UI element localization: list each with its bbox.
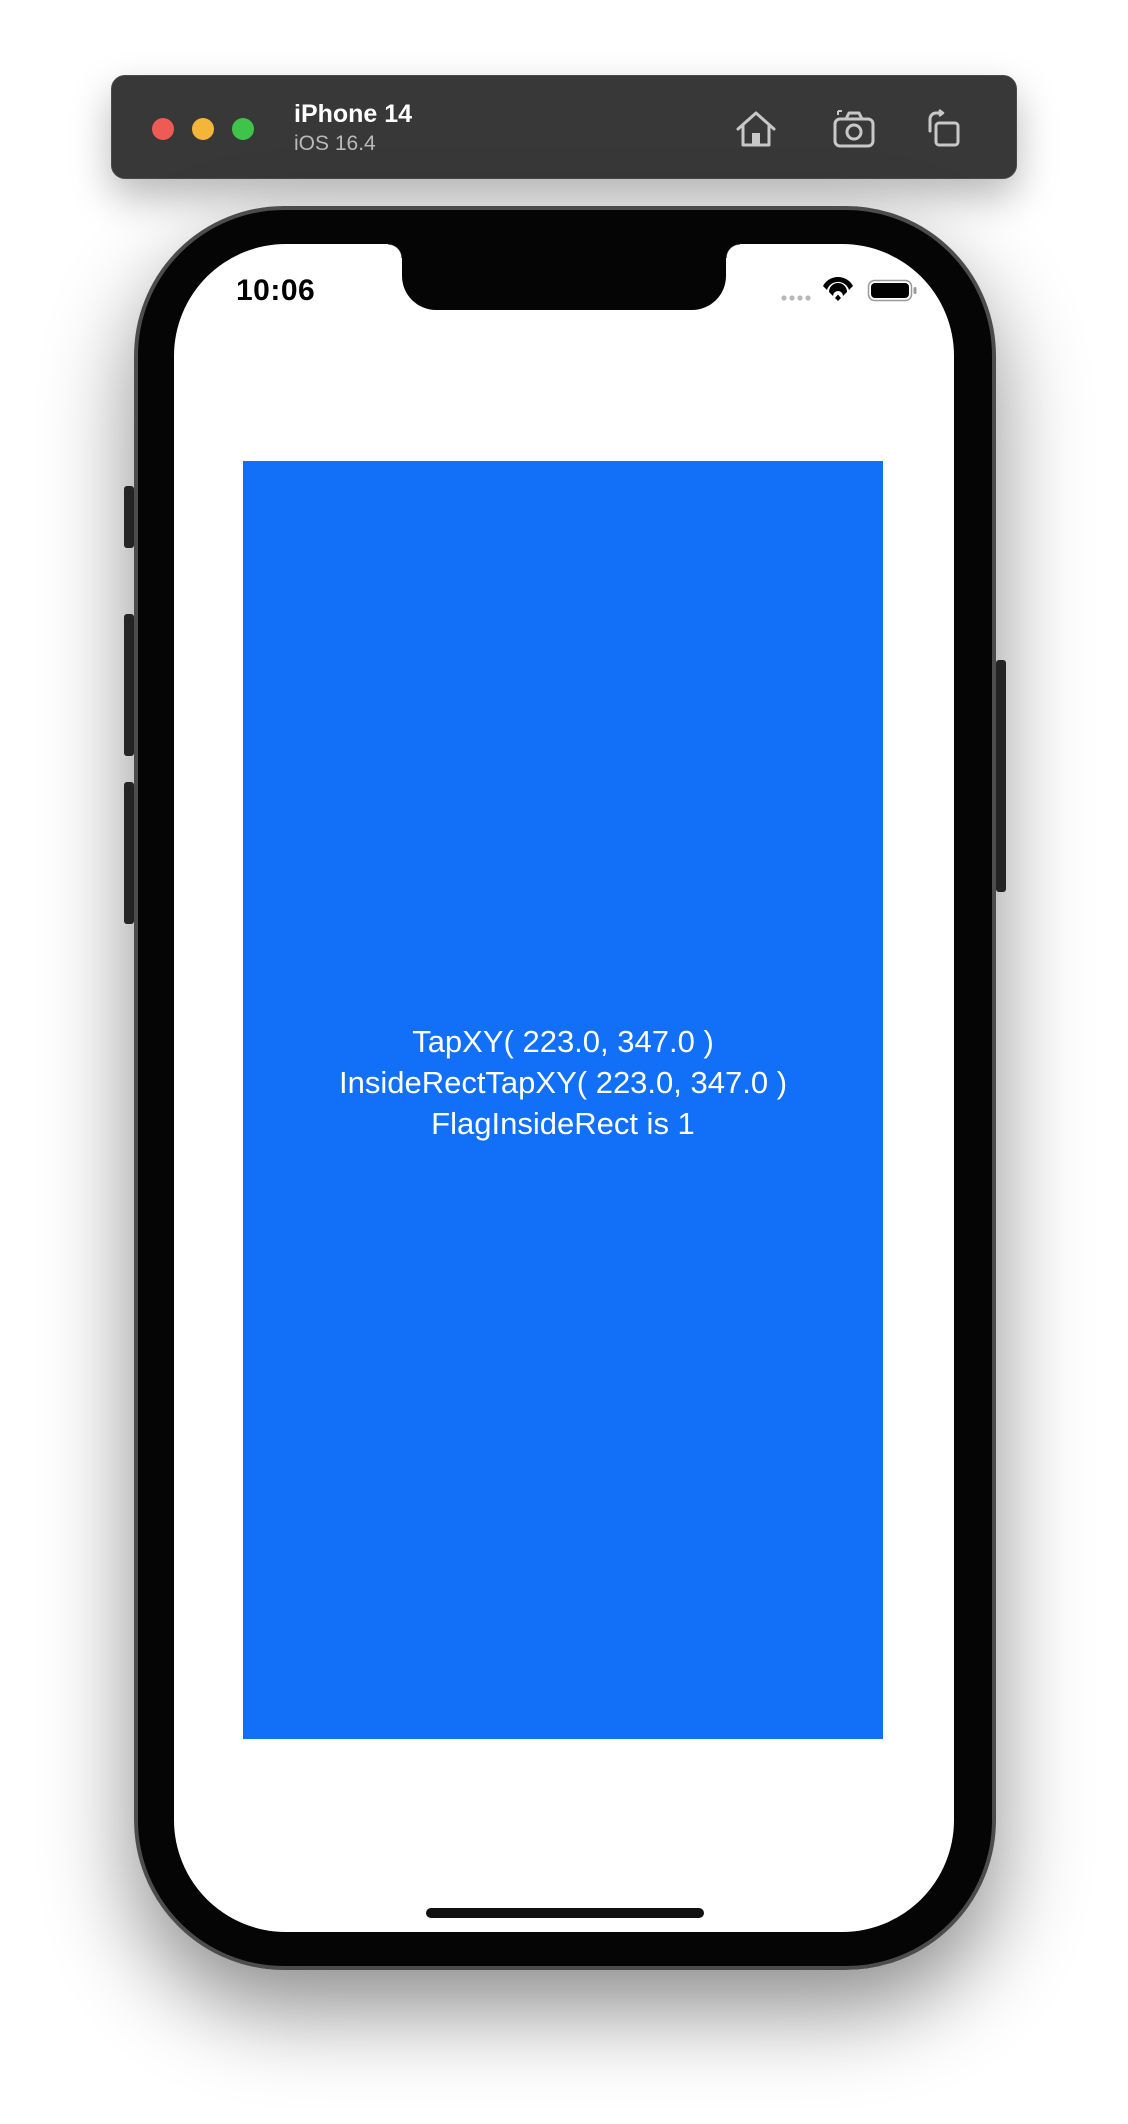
mute-switch (124, 486, 134, 548)
screenshot-button[interactable] (828, 102, 882, 156)
phone-screen: 10:06 TapXY( 223.0, 347.0 ) InsideRectTa… (174, 244, 954, 1932)
power-button (996, 660, 1006, 892)
inside-rect-tap-xy-label: InsideRectTapXY( 223.0, 347.0 ) (338, 1064, 788, 1100)
status-time: 10:06 (236, 274, 316, 307)
volume-up-button (124, 614, 134, 756)
simulator-window: iPhone 14 iOS 16.4 10:06 TapXY(223.0, 3… (0, 0, 1128, 2124)
cellular-signal-icon (781, 295, 811, 301)
wifi-icon (823, 277, 853, 301)
tap-target-rect[interactable]: TapXY( 223.0, 347.0 ) InsideRectTapXY( 2… (243, 461, 883, 1739)
tap-xy-label: TapXY( 223.0, 347.0 ) (412, 1023, 714, 1059)
battery-icon (867, 279, 917, 302)
status-icons (781, 277, 917, 302)
rotate-icon (928, 109, 960, 147)
zoom-window-button[interactable] (232, 118, 254, 140)
home-indicator[interactable] (426, 1908, 704, 1918)
volume-down-button (124, 782, 134, 924)
simulator-toolbar: iPhone 14 iOS 16.4 (111, 75, 1017, 179)
screenshot-icon (833, 110, 875, 148)
notch (388, 244, 740, 310)
device-name: iPhone 14 (294, 100, 413, 128)
tap-info: TapXY( 223.0, 347.0 ) InsideRectTapXY( 2… (339, 1021, 787, 1144)
close-window-button[interactable] (152, 118, 174, 140)
minimize-window-button[interactable] (192, 118, 214, 140)
home-button[interactable] (729, 102, 783, 156)
rotate-button[interactable] (917, 102, 971, 156)
flag-inside-rect-label: FlagInsideRect is 1 (431, 1105, 695, 1141)
home-icon (736, 111, 776, 147)
device-os-version: iOS 16.4 (294, 132, 376, 155)
